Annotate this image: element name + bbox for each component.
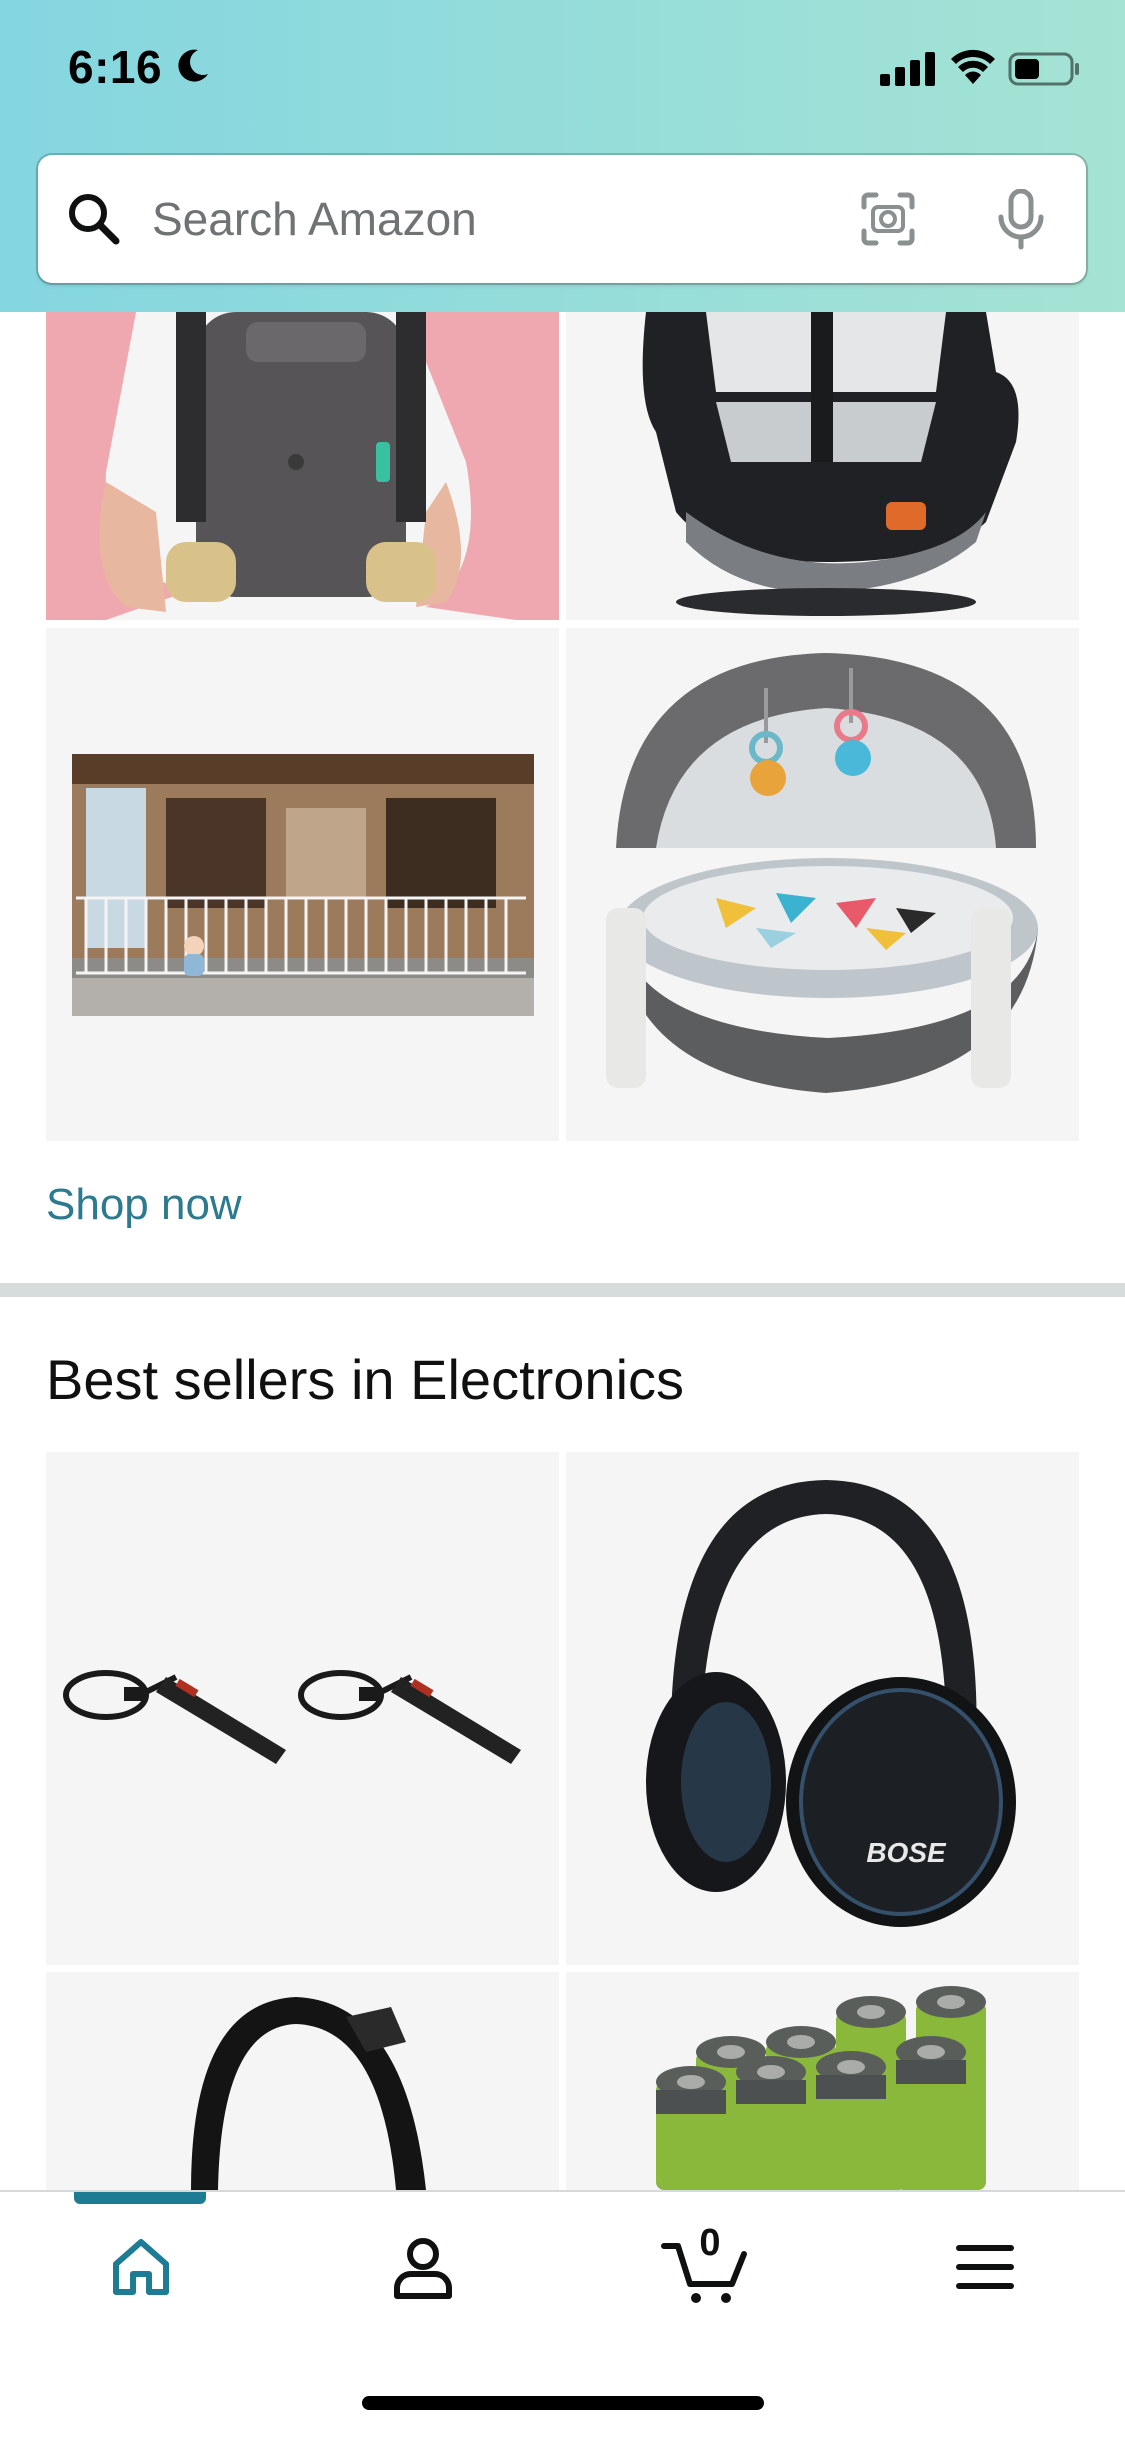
- product-tile-baby-gate[interactable]: [46, 628, 559, 1141]
- cellular-signal-icon: [880, 52, 935, 86]
- moon-icon: [178, 49, 208, 82]
- menu-icon[interactable]: [955, 2242, 1015, 2292]
- search-icon[interactable]: [66, 191, 122, 247]
- black-headphones-image: [191, 1997, 426, 2190]
- shop-now-link[interactable]: Shop now: [46, 1180, 242, 1230]
- product-tile-car-seat[interactable]: [566, 312, 1079, 620]
- product-tile-power-strip[interactable]: [46, 1452, 559, 1965]
- home-icon[interactable]: [110, 2236, 172, 2298]
- section-divider: [0, 1283, 1125, 1297]
- baby-carrier-image: [46, 312, 559, 620]
- search-bar[interactable]: [38, 155, 1086, 283]
- microphone-icon[interactable]: [996, 189, 1046, 251]
- product-tile-black-headphones[interactable]: [46, 1972, 559, 2190]
- play-dome-image: [606, 653, 1038, 1093]
- bose-logo-text: BOSE: [866, 1837, 947, 1868]
- product-tile-batteries[interactable]: [566, 1972, 1079, 2190]
- baby-gate-image: [72, 754, 534, 1016]
- home-indicator[interactable]: [362, 2396, 764, 2410]
- batteries-image: [656, 1986, 986, 2190]
- header: 6:16: [0, 0, 1125, 312]
- power-strip-image: [63, 1670, 521, 1764]
- cart-count-badge: 0: [699, 2222, 721, 2264]
- account-icon[interactable]: [392, 2236, 454, 2300]
- search-input[interactable]: [150, 183, 854, 255]
- battery-icon: [1008, 52, 1079, 86]
- wifi-icon: [951, 49, 995, 84]
- bose-headphones-image: BOSE: [646, 1480, 1016, 1927]
- car-seat-image: [642, 312, 1019, 616]
- status-time: 6:16: [68, 41, 163, 93]
- active-tab-indicator: [74, 2192, 206, 2204]
- product-tile-play-dome[interactable]: [566, 628, 1079, 1141]
- camera-scan-icon[interactable]: [860, 191, 916, 247]
- product-tile-bose-headphones[interactable]: BOSE: [566, 1452, 1079, 1965]
- section-title-electronics: Best sellers in Electronics: [46, 1348, 685, 1411]
- product-tile-baby-carrier[interactable]: [46, 312, 559, 620]
